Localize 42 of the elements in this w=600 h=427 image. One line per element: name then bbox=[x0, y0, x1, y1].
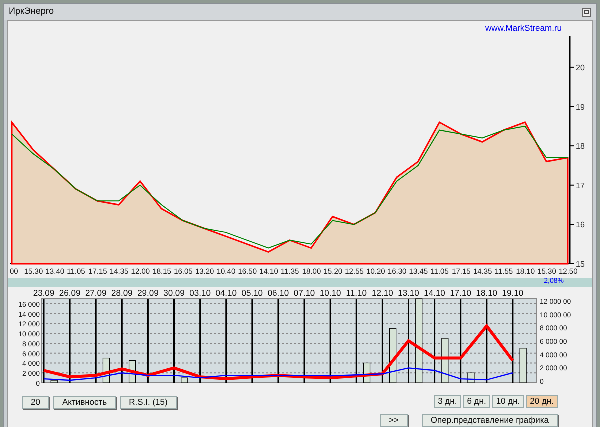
y-tick-label: 15 bbox=[576, 260, 586, 269]
y-tick-label: 16 bbox=[570, 220, 585, 230]
y-tick-label: 20 bbox=[570, 63, 585, 72]
y-tick-label: 19 bbox=[570, 102, 585, 112]
y-tick-label: 18 bbox=[576, 142, 586, 152]
y-tick-label: 17 bbox=[576, 181, 586, 190]
date-label: 11.10 bbox=[346, 288, 367, 298]
date-label: 03.10 bbox=[190, 288, 211, 298]
date-label: 07.10 bbox=[294, 288, 316, 298]
date-label: 23.09 bbox=[33, 288, 55, 298]
date-label: 27.09 bbox=[85, 288, 107, 298]
period-button[interactable]: 20 дн. bbox=[526, 395, 558, 408]
date-label: 18.10 bbox=[476, 288, 498, 298]
mode-button[interactable]: Опер.представление графика bbox=[422, 414, 558, 427]
y-tick-label: 19 bbox=[576, 102, 586, 112]
date-label: 12.10 bbox=[372, 288, 394, 298]
date-label: 04.10 bbox=[216, 288, 237, 298]
toolbar-button[interactable]: 20 bbox=[22, 396, 50, 409]
website-link[interactable]: www.MarkStream.ru bbox=[485, 22, 562, 35]
y-tick-label: 17 bbox=[570, 181, 585, 190]
period-button[interactable]: 3 дн. bbox=[434, 395, 462, 408]
date-label: 10.10 bbox=[320, 288, 342, 298]
period-button[interactable]: 6 дн. bbox=[463, 395, 490, 408]
date-label: 06.10 bbox=[268, 288, 290, 298]
date-label: 26.09 bbox=[59, 288, 81, 298]
toolbar-button[interactable]: R.S.I. (15) bbox=[120, 396, 177, 409]
y-tick-label: 18 bbox=[570, 142, 585, 152]
period-button[interactable]: 10 дн. bbox=[492, 395, 524, 408]
y-tick-label: 20 bbox=[576, 63, 586, 72]
date-label: 28.09 bbox=[112, 288, 133, 298]
next-button[interactable]: >> bbox=[380, 414, 408, 427]
window-title: ИркЭнерго bbox=[9, 5, 54, 18]
date-label: 13.10 bbox=[398, 288, 420, 298]
y-tick-label: 16 bbox=[576, 220, 586, 230]
toolbar-button[interactable]: Активность bbox=[53, 396, 116, 409]
date-label: 05.10 bbox=[242, 288, 264, 298]
date-label: 19.10 bbox=[502, 288, 524, 298]
y-tick-label: 15 bbox=[570, 260, 585, 269]
date-label: 30.09 bbox=[164, 288, 185, 298]
date-label: 29.09 bbox=[138, 288, 159, 298]
date-label: 17.10 bbox=[450, 288, 472, 298]
date-label: 14.10 bbox=[424, 288, 446, 298]
